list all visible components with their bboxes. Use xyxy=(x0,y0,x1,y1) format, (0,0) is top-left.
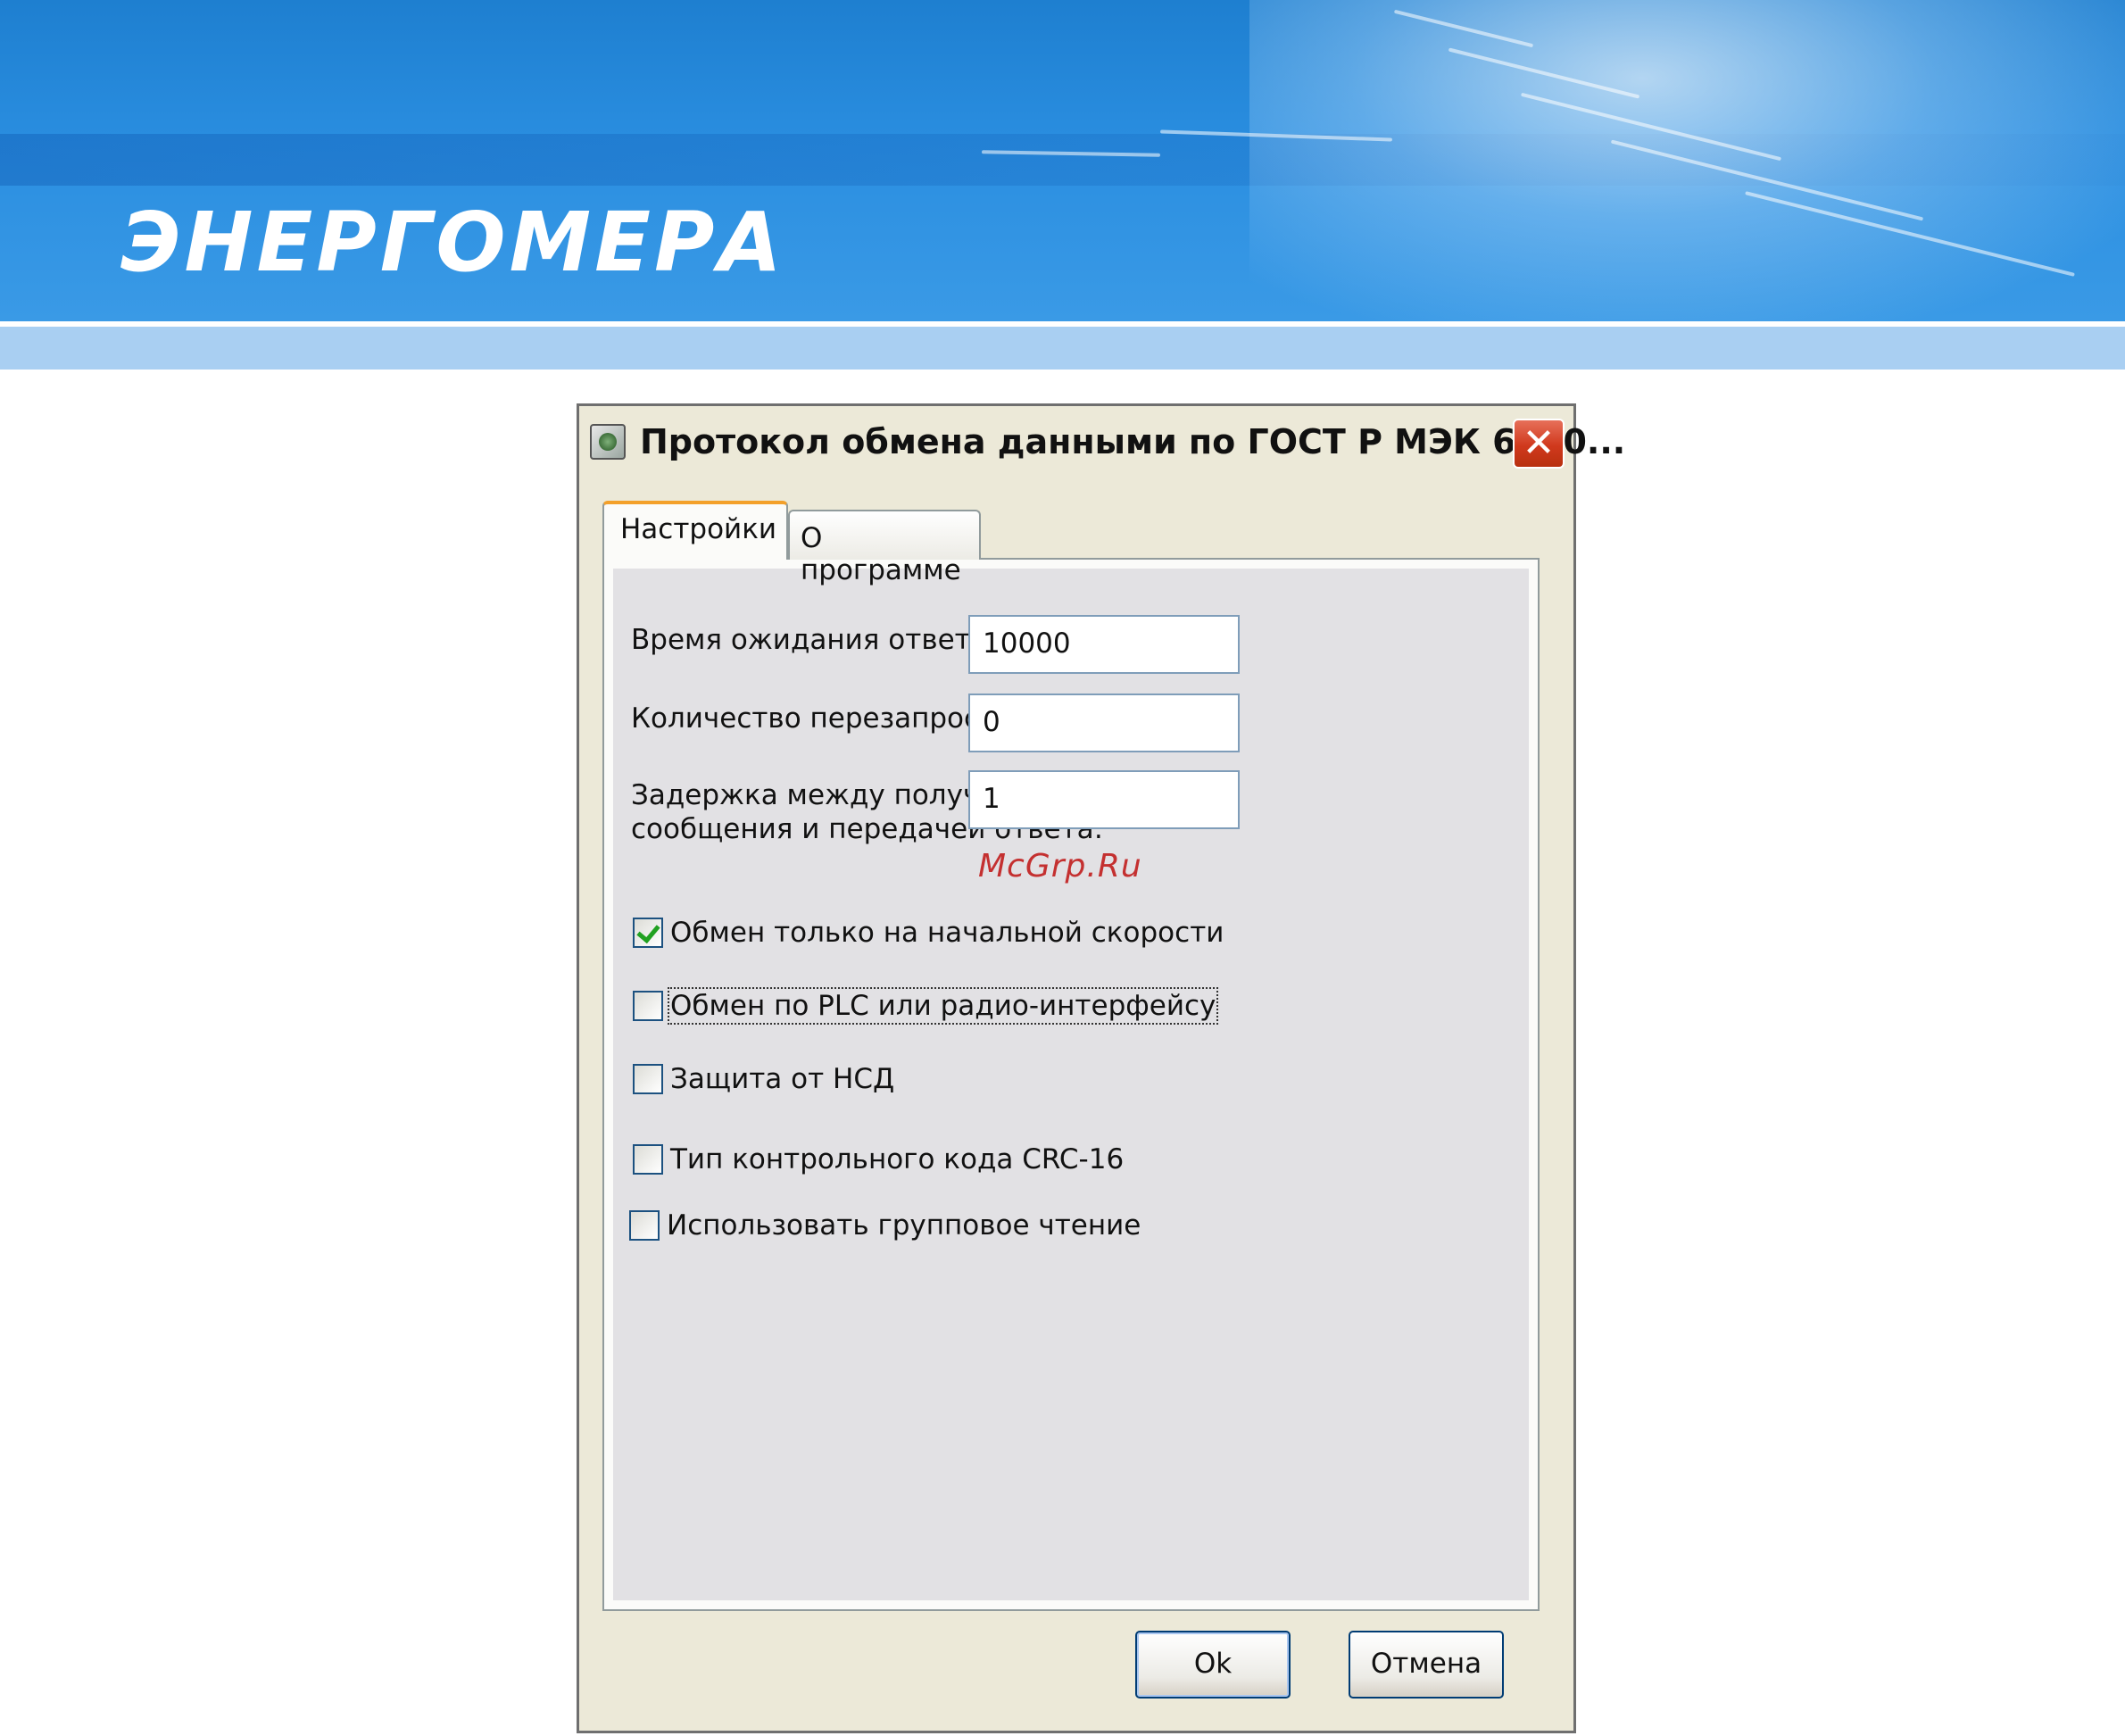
window-title: Протокол обмена данными по ГОСТ Р МЭК 61… xyxy=(640,422,1626,461)
company-logo: ЭНЕРГОМЕРА xyxy=(120,195,785,290)
checkbox-initial-speed[interactable]: Обмен только на начальной скорости xyxy=(633,917,1224,949)
checkbox-label: Обмен по PLC или радио-интерфейсу xyxy=(667,987,1219,1025)
checkbox-box[interactable] xyxy=(633,991,663,1021)
close-icon: ✕ xyxy=(1522,420,1556,466)
close-button[interactable]: ✕ xyxy=(1513,419,1565,469)
retries-input[interactable]: 0 xyxy=(968,694,1240,752)
checkbox-plc-radio[interactable]: Обмен по PLC или радио-интерфейсу xyxy=(633,987,1219,1025)
checkbox-label: Защита от НСД xyxy=(670,1063,895,1095)
tab-settings[interactable]: Настройки xyxy=(602,501,788,560)
tab-about[interactable]: О программе xyxy=(788,510,981,586)
settings-dialog: Протокол обмена данными по ГОСТ Р МЭК 61… xyxy=(577,403,1625,1733)
delay-input[interactable]: 1 xyxy=(968,770,1240,829)
timeout-input[interactable]: 10000 xyxy=(968,615,1240,674)
settings-panel-content: Время ожидания ответа: 10000 Количество … xyxy=(613,569,1529,1600)
watermark-text: McGrp.Ru xyxy=(978,848,1142,885)
header-banner: ЭНЕРГОМЕРА xyxy=(0,0,2125,321)
banner-bottom-band xyxy=(0,327,2125,370)
checkbox-nsd-protection[interactable]: Защита от НСД xyxy=(633,1063,894,1095)
checkbox-label: Использовать групповое чтение xyxy=(667,1209,1141,1242)
checkbox-box[interactable] xyxy=(633,1064,663,1094)
checkbox-label: Тип контрольного кода CRC-16 xyxy=(670,1143,1125,1175)
ok-button[interactable]: Ok xyxy=(1135,1631,1291,1699)
checkbox-box[interactable] xyxy=(633,1144,663,1175)
cancel-button[interactable]: Отмена xyxy=(1349,1631,1504,1699)
app-icon xyxy=(590,424,626,460)
checkbox-box[interactable] xyxy=(629,1210,660,1241)
retries-label: Количество перезапросов: xyxy=(631,702,1022,735)
checkbox-label: Обмен только на начальной скорости xyxy=(670,917,1224,949)
title-bar[interactable]: Протокол обмена данными по ГОСТ Р МЭК 61… xyxy=(579,406,1625,478)
checkbox-crc16[interactable]: Тип контрольного кода CRC-16 xyxy=(633,1143,1124,1175)
settings-panel: Время ожидания ответа: 10000 Количество … xyxy=(602,558,1540,1611)
checkbox-box[interactable] xyxy=(633,918,663,948)
checkbox-group-read[interactable]: Использовать групповое чтение xyxy=(629,1209,1141,1242)
timeout-label: Время ожидания ответа: xyxy=(631,624,998,656)
